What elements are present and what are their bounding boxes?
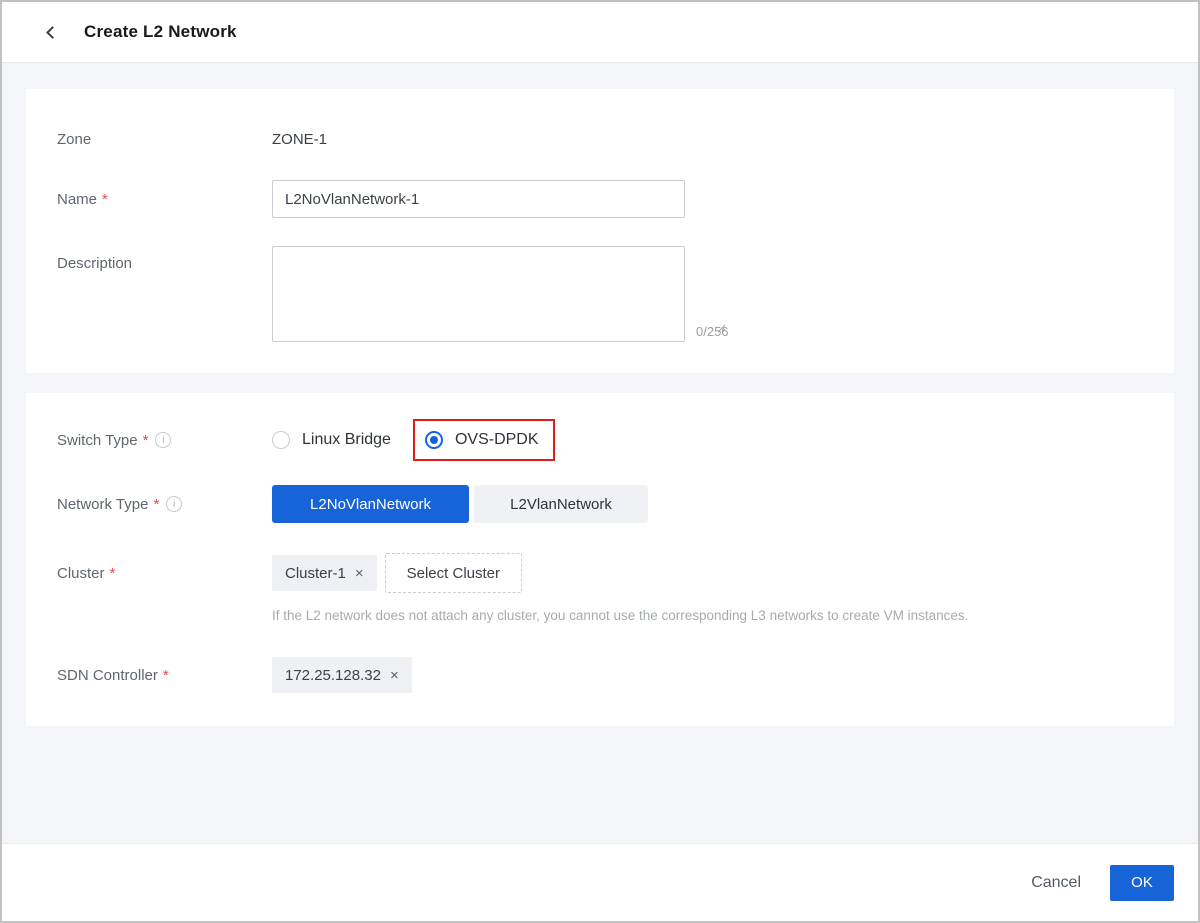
sdn-controller-tag: 172.25.128.32 × (272, 657, 412, 693)
resize-handle-icon[interactable] (716, 320, 726, 338)
network-type-l2vlan-button[interactable]: L2VlanNetwork (474, 485, 648, 523)
radio-checked-icon (425, 431, 443, 449)
network-type-l2novlan-button[interactable]: L2NoVlanNetwork (272, 485, 469, 523)
info-icon[interactable]: i (166, 496, 182, 512)
sdn-controller-row: SDN Controller * 172.25.128.32 × (57, 657, 1143, 693)
select-cluster-button[interactable]: Select Cluster (385, 553, 522, 593)
name-label: Name * (57, 191, 272, 208)
form-content: Zone ZONE-1 Name * Description (2, 63, 1198, 843)
page-title: Create L2 Network (84, 22, 237, 42)
radio-unchecked-icon (272, 431, 290, 449)
back-button[interactable] (40, 20, 64, 44)
required-asterisk: * (110, 565, 116, 582)
description-textarea[interactable] (272, 246, 685, 342)
zone-row: Zone ZONE-1 (57, 131, 1143, 148)
description-textarea-wrap: 0/256 (272, 246, 729, 342)
cluster-control: Cluster-1 × Select Cluster If the L2 net… (272, 553, 968, 623)
ok-button[interactable]: OK (1110, 865, 1174, 901)
radio-ovs-dpdk[interactable]: OVS-DPDK (425, 431, 539, 449)
header: Create L2 Network (2, 2, 1198, 63)
name-row: Name * (57, 180, 1143, 218)
network-type-row: Network Type * i L2NoVlanNetwork L2VlanN… (57, 485, 1143, 523)
cluster-tag: Cluster-1 × (272, 555, 377, 591)
zone-value: ZONE-1 (272, 131, 327, 148)
cluster-tag-line: Cluster-1 × Select Cluster (272, 553, 968, 593)
required-asterisk: * (143, 432, 149, 449)
name-input[interactable] (272, 180, 685, 218)
info-icon[interactable]: i (155, 432, 171, 448)
cluster-hint: If the L2 network does not attach any cl… (272, 608, 968, 623)
required-asterisk: * (163, 667, 169, 684)
cluster-label: Cluster * (57, 553, 272, 593)
footer: Cancel OK (2, 843, 1198, 921)
required-asterisk: * (102, 191, 108, 208)
description-label: Description (57, 246, 272, 272)
cluster-row: Cluster * Cluster-1 × Select Cluster If … (57, 553, 1143, 623)
switch-type-row: Switch Type * i Linux Bridge OVS-DPDK (57, 419, 1143, 461)
network-type-label: Network Type * i (57, 496, 272, 513)
radio-linux-bridge[interactable]: Linux Bridge (272, 431, 391, 449)
highlight-box: OVS-DPDK (413, 419, 555, 461)
network-type-segmented: L2NoVlanNetwork L2VlanNetwork (272, 485, 648, 523)
description-row: Description 0/256 (57, 246, 1143, 342)
required-asterisk: * (153, 496, 159, 513)
sdn-controller-label: SDN Controller * (57, 667, 272, 684)
close-icon[interactable]: × (390, 667, 399, 684)
network-settings-card: Switch Type * i Linux Bridge OVS-DPDK (26, 393, 1174, 726)
create-l2-network-window: Create L2 Network Zone ZONE-1 Name * De (0, 0, 1200, 923)
zone-label: Zone (57, 131, 272, 148)
close-icon[interactable]: × (355, 565, 364, 582)
chevron-left-icon (46, 26, 59, 39)
switch-type-radio-group: Linux Bridge OVS-DPDK (272, 419, 555, 461)
switch-type-label: Switch Type * i (57, 432, 272, 449)
cancel-button[interactable]: Cancel (1031, 874, 1081, 892)
basic-info-card: Zone ZONE-1 Name * Description (26, 89, 1174, 373)
